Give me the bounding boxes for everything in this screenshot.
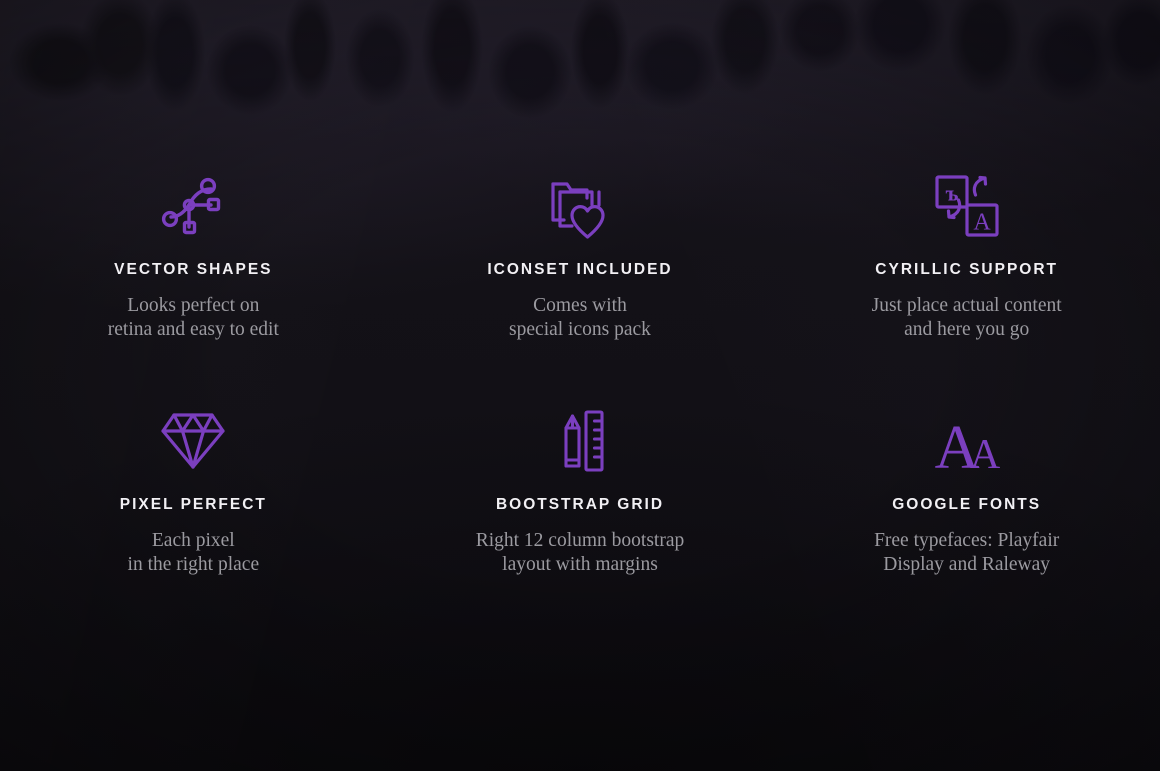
feature-card-pixel-perfect: PIXEL PERFECT Each pixel in the right pl… — [0, 235, 387, 577]
fonts-small-letter: A — [969, 432, 1000, 478]
iconset-folder-heart-icon — [550, 170, 610, 242]
google-fonts-letters-icon: A A — [934, 405, 1000, 482]
feature-title: BOOTSTRAP GRID — [495, 496, 665, 513]
vector-shapes-icon — [161, 170, 225, 242]
diamond-icon — [161, 405, 225, 477]
feature-description: Each pixel in the right place — [127, 529, 260, 575]
cyrillic-glyph: ъ — [945, 181, 958, 206]
pencil-ruler-icon — [556, 405, 604, 477]
feature-description: Free typefaces: Playfair Display and Ral… — [874, 529, 1060, 575]
feature-title: GOOGLE FONTS — [892, 496, 1042, 513]
features-grid: VECTOR SHAPES Looks perfect on retina an… — [0, 0, 1160, 575]
feature-section: VECTOR SHAPES Looks perfect on retina an… — [0, 0, 1160, 771]
feature-title: PIXEL PERFECT — [119, 496, 267, 513]
feature-card-google-fonts: A A GOOGLE FONTS Free typefaces: Playfai… — [773, 235, 1160, 577]
cyrillic-support-icon: ъ A — [935, 170, 999, 242]
latin-glyph: A — [973, 209, 991, 235]
feature-card-bootstrap-grid: BOOTSTRAP GRID Right 12 column bootstrap… — [387, 235, 774, 577]
feature-description: Right 12 column bootstrap layout with ma… — [475, 529, 685, 575]
